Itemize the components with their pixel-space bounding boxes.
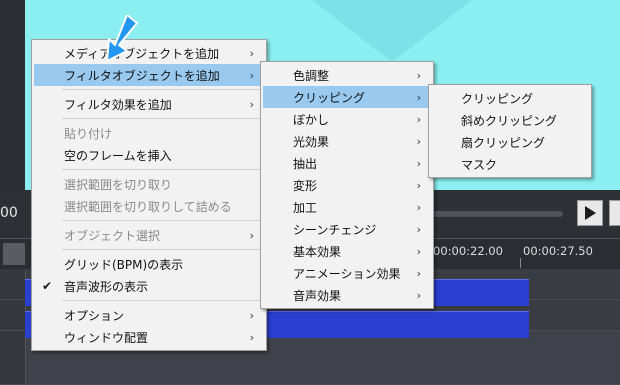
submenu-item-animation-effect[interactable]: アニメーション効果 › <box>263 262 431 284</box>
chevron-right-icon: › <box>416 178 421 192</box>
submenu-item-clipping[interactable]: クリッピング › <box>263 86 431 108</box>
menu-item-show-grid-bpm[interactable]: グリッド(BPM)の表示 <box>34 253 264 275</box>
menu-item-add-filter-object[interactable]: フィルタオブジェクトを追加 › <box>34 64 264 86</box>
filter-object-submenu: 色調整 › クリッピング › ぼかし › 光効果 › 抽出 › 変形 › 加工 … <box>260 61 434 309</box>
chevron-right-icon: › <box>249 228 254 242</box>
menu-item-label: クリッピング <box>461 91 534 106</box>
preview-shape <box>312 0 472 62</box>
chevron-right-icon: › <box>416 112 421 126</box>
chevron-right-icon: › <box>416 222 421 236</box>
submenu-item-processing[interactable]: 加工 › <box>263 196 431 218</box>
track-header[interactable] <box>0 331 26 384</box>
pointer-arrow-icon <box>107 15 138 61</box>
time-readout: 00 <box>0 205 18 221</box>
seek-bar[interactable] <box>430 211 563 217</box>
chevron-right-icon: › <box>416 200 421 214</box>
menu-item-label: 抽出 <box>293 156 318 171</box>
submenu-item-scene-change[interactable]: シーンチェンジ › <box>263 218 431 240</box>
menu-item-label: グリッド(BPM)の表示 <box>64 257 184 272</box>
menu-item-show-audio-waveform[interactable]: ✔ 音声波形の表示 <box>34 275 264 297</box>
play-icon <box>584 206 596 220</box>
chevron-right-icon: › <box>416 90 421 104</box>
submenu-item-clipping[interactable]: クリッピング <box>431 87 589 109</box>
ruler-tick <box>520 258 521 268</box>
menu-item-label: 色調整 <box>293 68 330 83</box>
submenu-item-mask[interactable]: マスク <box>431 153 589 175</box>
menu-item-label: 貼り付け <box>64 126 113 141</box>
menu-item-label: ぼかし <box>293 112 330 127</box>
chevron-right-icon: › <box>249 308 254 322</box>
submenu-item-color-adjust[interactable]: 色調整 › <box>263 64 431 86</box>
menu-item-label: マスク <box>461 157 498 172</box>
clipping-submenu: クリッピング 斜めクリッピング 扇クリッピング マスク <box>428 84 592 178</box>
menu-item-label: 光効果 <box>293 134 330 149</box>
chevron-right-icon: › <box>249 68 254 82</box>
track-header[interactable] <box>0 269 26 299</box>
menu-item-label: アニメーション効果 <box>293 266 401 281</box>
menu-separator <box>62 89 262 90</box>
menu-item-label: 音声波形の表示 <box>64 279 149 294</box>
menu-item-label: 加工 <box>293 200 318 215</box>
menu-item-insert-empty-frame[interactable]: 空のフレームを挿入 <box>34 144 264 166</box>
menu-separator <box>62 118 262 119</box>
menu-item-options[interactable]: オプション › <box>34 304 264 326</box>
chevron-right-icon: › <box>416 244 421 258</box>
menu-item-label: フィルタオブジェクトを追加 <box>64 68 220 83</box>
next-button[interactable] <box>609 200 620 226</box>
menu-separator <box>62 220 262 221</box>
submenu-item-blur[interactable]: ぼかし › <box>263 108 431 130</box>
menu-item-label: 選択範囲を切り取りして詰める <box>64 199 232 214</box>
menu-separator <box>62 169 262 170</box>
chevron-right-icon: › <box>416 68 421 82</box>
ruler-label: 00:00:27.50 <box>523 244 593 258</box>
menu-item-label: シーンチェンジ <box>293 222 377 237</box>
menu-item-label: 空のフレームを挿入 <box>64 148 172 163</box>
submenu-item-extract[interactable]: 抽出 › <box>263 152 431 174</box>
menu-item-label: 斜めクリッピング <box>461 113 558 128</box>
chevron-right-icon: › <box>416 266 421 280</box>
menu-item-label: メディアオブジェクトを追加 <box>64 46 220 61</box>
submenu-item-audio-effect[interactable]: 音声効果 › <box>263 284 431 306</box>
submenu-item-fan-clipping[interactable]: 扇クリッピング <box>431 131 589 153</box>
menu-item-add-media-object[interactable]: メディアオブジェクトを追加 › <box>34 42 264 64</box>
menu-item-label: 扇クリッピング <box>461 135 546 150</box>
menu-item-label: ウィンドウ配置 <box>64 330 149 345</box>
play-button[interactable] <box>577 200 603 226</box>
menu-item-object-select[interactable]: オブジェクト選択 › <box>34 224 264 246</box>
menu-item-label: フィルタ効果を追加 <box>64 97 172 112</box>
menu-item-paste[interactable]: 貼り付け <box>34 122 264 144</box>
submenu-item-transform[interactable]: 変形 › <box>263 174 431 196</box>
menu-item-add-filter-effect[interactable]: フィルタ効果を追加 › <box>34 93 264 115</box>
chevron-right-icon: › <box>416 288 421 302</box>
menu-item-label: 音声効果 <box>293 288 342 303</box>
ruler-corner <box>3 243 25 265</box>
submenu-item-diagonal-clipping[interactable]: 斜めクリッピング <box>431 109 589 131</box>
menu-separator <box>62 249 262 250</box>
menu-item-label: オブジェクト選択 <box>64 228 161 243</box>
chevron-right-icon: › <box>416 134 421 148</box>
menu-item-label: 基本効果 <box>293 244 342 259</box>
menu-item-cut-selection[interactable]: 選択範囲を切り取り <box>34 173 264 195</box>
chevron-right-icon: › <box>249 330 254 344</box>
context-menu: メディアオブジェクトを追加 › フィルタオブジェクトを追加 › フィルタ効果を追… <box>31 39 267 351</box>
menu-item-label: 変形 <box>293 178 318 193</box>
ruler-label: 00:00:22.00 <box>433 244 503 258</box>
track-header[interactable] <box>0 300 26 330</box>
submenu-item-basic-effect[interactable]: 基本効果 › <box>263 240 431 262</box>
chevron-right-icon: › <box>416 156 421 170</box>
check-icon: ✔ <box>42 279 53 293</box>
submenu-item-light-effect[interactable]: 光効果 › <box>263 130 431 152</box>
menu-item-label: 選択範囲を切り取り <box>64 177 173 192</box>
menu-item-label: クリッピング <box>293 90 366 105</box>
chevron-right-icon: › <box>249 97 254 111</box>
menu-item-cut-and-close-gap[interactable]: 選択範囲を切り取りして詰める <box>34 195 264 217</box>
menu-separator <box>62 300 262 301</box>
menu-item-label: オプション <box>64 308 125 323</box>
chevron-right-icon: › <box>249 46 254 60</box>
menu-item-window-layout[interactable]: ウィンドウ配置 › <box>34 326 264 348</box>
